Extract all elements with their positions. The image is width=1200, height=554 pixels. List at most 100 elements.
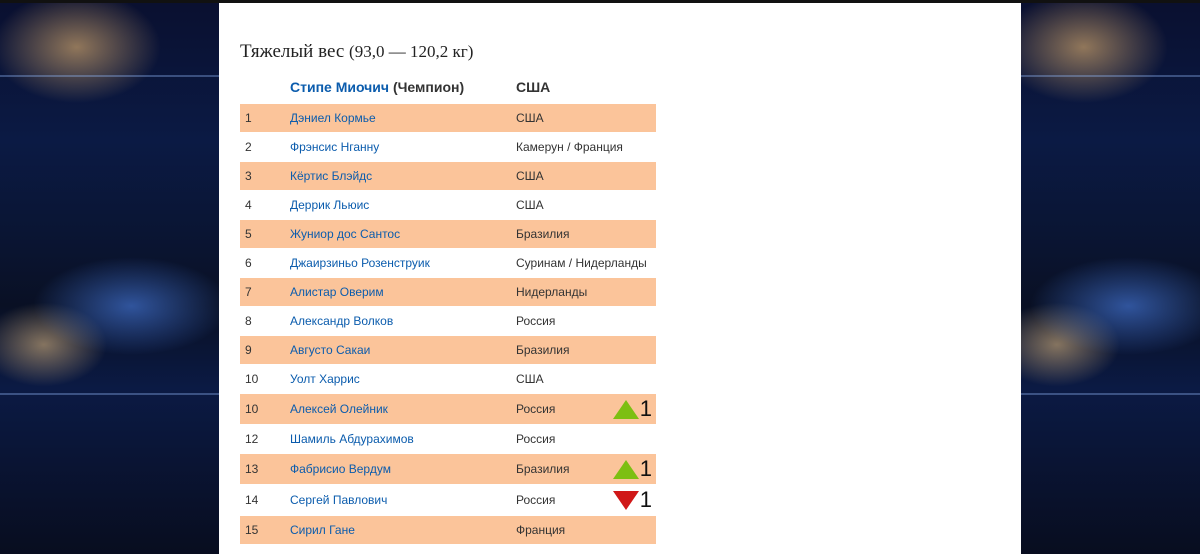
rank-number: 4 bbox=[240, 190, 290, 220]
rank-change-indicator: 1 bbox=[612, 489, 652, 511]
country-cell: Россия bbox=[516, 306, 656, 336]
champion-note: (Чемпион) bbox=[392, 79, 465, 95]
table-row: 7 Алистар Оверим Нидерланды bbox=[240, 277, 656, 307]
section-heading: Тяжелый вес (93,0 — 120,2 кг) bbox=[240, 41, 473, 63]
rank-number: 7 bbox=[240, 277, 290, 307]
country-cell: Бразилия 1 bbox=[516, 453, 656, 485]
fighter-link[interactable]: Дэниел Кормье bbox=[290, 111, 376, 125]
fighter-link[interactable]: Жуниор дос Сантос bbox=[290, 227, 400, 241]
country-label: Франция bbox=[516, 523, 566, 537]
rank-number: 10 bbox=[240, 393, 290, 425]
country-label: Бразилия bbox=[516, 227, 570, 241]
background-arena-right bbox=[1021, 3, 1200, 554]
fighter-cell: Фрэнсис Нганну bbox=[290, 132, 516, 162]
rank-number: 6 bbox=[240, 248, 290, 278]
table-row: 10 Уолт Харрис США bbox=[240, 364, 656, 394]
country-label: Нидерланды bbox=[516, 285, 588, 299]
fighter-link[interactable]: Сирил Гане bbox=[290, 523, 355, 537]
rank-change-indicator: 1 bbox=[612, 456, 652, 481]
country-cell: США bbox=[516, 190, 656, 220]
fighter-link[interactable]: Фабрисио Вердум bbox=[290, 462, 391, 476]
rank-number: 10 bbox=[240, 364, 290, 394]
country-label: Суринам / Нидерланды bbox=[516, 256, 647, 270]
rank-number: 8 bbox=[240, 306, 290, 336]
fighter-link[interactable]: Сергей Павлович bbox=[290, 493, 387, 507]
country-cell: США bbox=[516, 364, 656, 394]
champion-name-cell: Стипе Миочич (Чемпион) bbox=[290, 71, 516, 104]
fighter-cell: Жуниор дос Сантос bbox=[290, 219, 516, 249]
fighter-link[interactable]: Фрэнсис Нганну bbox=[290, 140, 379, 154]
country-label: США bbox=[516, 372, 544, 386]
rank-number: 5 bbox=[240, 219, 290, 249]
champion-row: Стипе Миочич (Чемпион) США bbox=[240, 71, 656, 104]
table-row: 6 Джаирзиньо Розенструик Суринам / Нидерла… bbox=[240, 248, 656, 278]
table-row: 1 Дэниел Кормье США bbox=[240, 103, 656, 133]
country-cell: США bbox=[516, 161, 656, 191]
country-cell: Франция bbox=[516, 515, 656, 544]
country-cell: Россия 1 bbox=[516, 484, 656, 516]
heading-weight-range: (93,0 — 120,2 кг) bbox=[349, 42, 474, 61]
rank-change-indicator: 1 bbox=[612, 396, 652, 421]
arrow-down-icon bbox=[612, 490, 639, 510]
rank-number: 2 bbox=[240, 132, 290, 162]
country-cell: Бразилия bbox=[516, 335, 656, 365]
rank-number: 14 bbox=[240, 484, 290, 516]
fighter-link[interactable]: Джаирзиньо Розенструик bbox=[290, 256, 430, 270]
fighter-cell: Дэниел Кормье bbox=[290, 103, 516, 133]
table-row: 8 Александр Волков Россия bbox=[240, 306, 656, 336]
fighter-cell: Августо Сакаи bbox=[290, 335, 516, 365]
rank-change-value: 1 bbox=[639, 456, 652, 481]
rank-number: 12 bbox=[240, 424, 290, 454]
rank-number: 15 bbox=[240, 515, 290, 544]
fighter-cell: Уолт Харрис bbox=[290, 364, 516, 394]
fighter-cell: Александр Волков bbox=[290, 306, 516, 336]
fighter-cell: Шамиль Абдурахимов bbox=[290, 424, 516, 454]
country-label: США bbox=[516, 111, 544, 125]
heading-title: Тяжелый вес bbox=[240, 41, 345, 62]
rankings-table: Стипе Миочич (Чемпион) США 1 Дэниел Кормь… bbox=[240, 71, 656, 544]
background-arena-left bbox=[0, 3, 219, 554]
rank-number: 3 bbox=[240, 161, 290, 191]
fighter-link[interactable]: Августо Сакаи bbox=[290, 343, 370, 357]
fighter-cell: Сирил Гане bbox=[290, 515, 516, 544]
country-label: Камерун / Франция bbox=[516, 140, 623, 154]
main-content: Тяжелый вес (93,0 — 120,2 кг) Стипе Миоч… bbox=[219, 3, 1021, 554]
fighter-cell: Фабрисио Вердум bbox=[290, 453, 516, 485]
champion-rank-cell bbox=[240, 71, 290, 104]
rank-number: 9 bbox=[240, 335, 290, 365]
fighter-link[interactable]: Кёртис Блэйдс bbox=[290, 169, 372, 183]
fighter-link[interactable]: Уолт Харрис bbox=[290, 372, 360, 386]
fighter-cell: Джаирзиньо Розенструик bbox=[290, 248, 516, 278]
country-label: США bbox=[516, 198, 544, 212]
table-row: 2 Фрэнсис Нганну Камерун / Франция bbox=[240, 132, 656, 162]
fighter-cell: Алексей Олейник bbox=[290, 393, 516, 425]
country-cell: США bbox=[516, 103, 656, 133]
table-row: 15 Сирил Гане Франция bbox=[240, 515, 656, 544]
table-row: 13 Фабрисио Вердум Бразилия 1 bbox=[240, 453, 656, 485]
country-cell: Бразилия bbox=[516, 219, 656, 249]
rank-number: 13 bbox=[240, 453, 290, 485]
rank-change-value: 1 bbox=[639, 396, 652, 421]
champion-link[interactable]: Стипе Миочич bbox=[290, 79, 389, 95]
fighter-link[interactable]: Шамиль Абдурахимов bbox=[290, 432, 414, 446]
fighter-link[interactable]: Алистар Оверим bbox=[290, 285, 384, 299]
champion-country: США bbox=[516, 79, 551, 95]
country-cell: Россия 1 bbox=[516, 393, 656, 425]
table-row: 14 Сергей Павлович Россия 1 bbox=[240, 484, 656, 516]
country-cell: Суринам / Нидерланды bbox=[516, 248, 656, 278]
fighter-link[interactable]: Деррик Льюис bbox=[290, 198, 369, 212]
table-row: 3 Кёртис Блэйдс США bbox=[240, 161, 656, 191]
country-label: Россия bbox=[516, 314, 556, 328]
fighter-cell: Алистар Оверим bbox=[290, 277, 516, 307]
fighter-link[interactable]: Александр Волков bbox=[290, 314, 393, 328]
country-cell: Камерун / Франция bbox=[516, 132, 656, 162]
fighter-link[interactable]: Алексей Олейник bbox=[290, 402, 388, 416]
country-cell: Нидерланды bbox=[516, 277, 656, 307]
table-row: 5 Жуниор дос Сантос Бразилия bbox=[240, 219, 656, 249]
table-row: 4 Деррик Льюис США bbox=[240, 190, 656, 220]
country-label: Бразилия bbox=[516, 462, 570, 476]
arrow-up-icon bbox=[612, 399, 639, 419]
table-row: 12 Шамиль Абдурахимов Россия bbox=[240, 424, 656, 454]
fighter-cell: Сергей Павлович bbox=[290, 484, 516, 516]
country-label: США bbox=[516, 169, 544, 183]
